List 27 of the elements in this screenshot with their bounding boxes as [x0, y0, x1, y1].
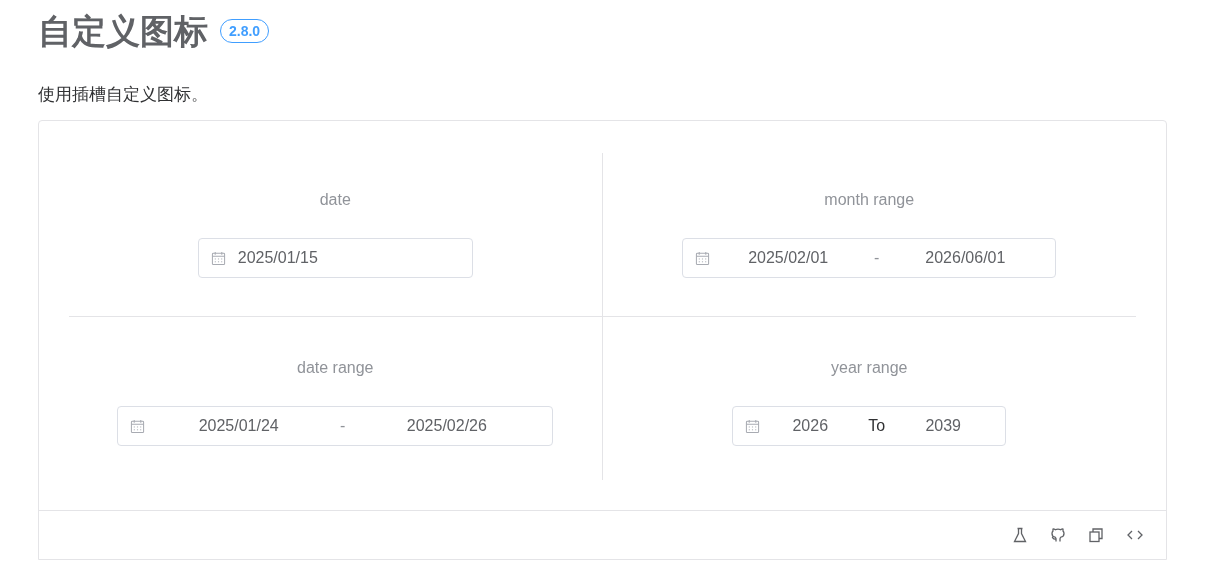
page-title: 自定义图标 [38, 11, 208, 51]
flask-icon[interactable] [1012, 527, 1028, 543]
demo-label: date range [297, 358, 374, 378]
date-picker[interactable]: 2026 To 2039 [732, 406, 1007, 446]
range-separator: - [873, 249, 881, 267]
start-input[interactable]: 2026 [760, 417, 861, 435]
date-picker[interactable]: 2025/01/15 [197, 238, 473, 278]
description: 使用插槽自定义图标。 [38, 84, 209, 106]
range-separator: To [867, 417, 887, 435]
start-input[interactable]: 2025/02/01 [710, 249, 867, 267]
demo-label: year range [831, 358, 908, 378]
end-input[interactable]: 2025/02/26 [353, 417, 541, 435]
date-picker[interactable]: 2025/01/24 - 2025/02/26 [117, 406, 554, 446]
date-picker[interactable]: 2025/02/01 - 2026/06/01 [682, 238, 1057, 278]
range-separator: - [339, 417, 347, 435]
end-input[interactable]: 2039 [893, 417, 994, 435]
github-icon[interactable] [1050, 527, 1066, 543]
start-input[interactable]: 2025/01/24 [145, 417, 333, 435]
calendar-icon [745, 418, 761, 434]
demo-label: date [319, 190, 351, 210]
calendar-icon [210, 250, 226, 266]
date-input[interactable]: 2025/01/15 [237, 249, 460, 267]
end-input[interactable]: 2026/06/01 [887, 249, 1044, 267]
copy-icon[interactable] [1088, 527, 1104, 543]
demo-label: month range [824, 190, 915, 210]
calendar-icon [695, 250, 711, 266]
calendar-icon [130, 418, 146, 434]
